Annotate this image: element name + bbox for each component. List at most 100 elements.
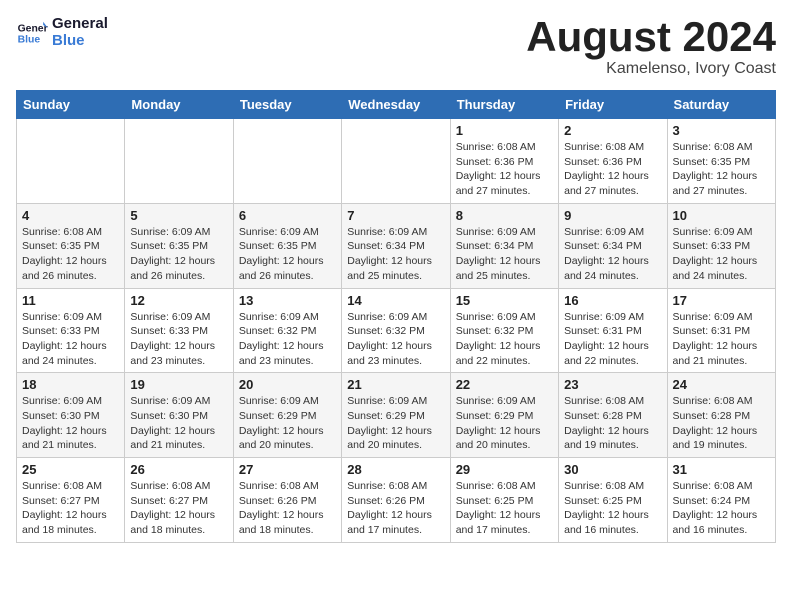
calendar-header-row: SundayMondayTuesdayWednesdayThursdayFrid… — [17, 91, 776, 119]
calendar-cell: 29Sunrise: 6:08 AM Sunset: 6:25 PM Dayli… — [450, 458, 558, 543]
day-number: 12 — [130, 293, 227, 308]
day-number: 14 — [347, 293, 444, 308]
calendar-cell: 14 Sunrise: 6:09 AM Sunset: 6:32 PM Dayli… — [342, 288, 450, 373]
calendar-week-2: 4 Sunrise: 6:08 AM Sunset: 6:35 PM Daylig… — [17, 203, 776, 288]
day-info: Sunrise: 6:08 AM Sunset: 6:35 PM Dayligh… — [22, 225, 119, 284]
logo-line2: Blue — [52, 33, 108, 50]
day-info: Sunrise: 6:08 AM Sunset: 6:26 PM Dayligh… — [347, 479, 444, 538]
day-number: 22 — [456, 377, 553, 392]
weekday-header-saturday: Saturday — [667, 91, 775, 119]
calendar-cell: 27 Sunrise: 6:08 AM Sunset: 6:26 PM Dayli… — [233, 458, 341, 543]
calendar-week-3: 11Sunrise: 6:09 AM Sunset: 6:33 PM Dayli… — [17, 288, 776, 373]
calendar-cell: 6 Sunrise: 6:09 AM Sunset: 6:35 PM Daylig… — [233, 203, 341, 288]
day-info: Sunrise: 6:08 AM Sunset: 6:26 PM Dayligh… — [239, 479, 336, 538]
day-info: Sunrise: 6:09 AM Sunset: 6:30 PM Dayligh… — [130, 394, 227, 453]
day-number: 2 — [564, 123, 661, 138]
calendar-cell — [342, 119, 450, 204]
day-number: 26 — [130, 462, 227, 477]
day-info: Sunrise: 6:09 AM Sunset: 6:32 PM Dayligh… — [456, 310, 553, 369]
weekday-header-sunday: Sunday — [17, 91, 125, 119]
day-info: Sunrise: 6:09 AM Sunset: 6:30 PM Dayligh… — [22, 394, 119, 453]
day-info: Sunrise: 6:09 AM Sunset: 6:34 PM Dayligh… — [564, 225, 661, 284]
day-info: Sunrise: 6:08 AM Sunset: 6:27 PM Dayligh… — [22, 479, 119, 538]
day-number: 23 — [564, 377, 661, 392]
weekday-header-friday: Friday — [559, 91, 667, 119]
day-number: 16 — [564, 293, 661, 308]
day-number: 29 — [456, 462, 553, 477]
day-info: Sunrise: 6:08 AM Sunset: 6:36 PM Dayligh… — [564, 140, 661, 199]
day-number: 19 — [130, 377, 227, 392]
day-number: 9 — [564, 208, 661, 223]
day-number: 1 — [456, 123, 553, 138]
day-info: Sunrise: 6:09 AM Sunset: 6:32 PM Dayligh… — [347, 310, 444, 369]
logo-icon: General Blue — [16, 17, 48, 49]
calendar-cell: 18 Sunrise: 6:09 AM Sunset: 6:30 PM Dayli… — [17, 373, 125, 458]
day-number: 27 — [239, 462, 336, 477]
day-info: Sunrise: 6:08 AM Sunset: 6:25 PM Dayligh… — [564, 479, 661, 538]
calendar-cell: 20 Sunrise: 6:09 AM Sunset: 6:29 PM Dayli… — [233, 373, 341, 458]
title-area: August 2024 Kamelenso, Ivory Coast — [526, 16, 776, 78]
calendar-week-4: 18 Sunrise: 6:09 AM Sunset: 6:30 PM Dayli… — [17, 373, 776, 458]
calendar-cell: 22 Sunrise: 6:09 AM Sunset: 6:29 PM Dayli… — [450, 373, 558, 458]
day-number: 4 — [22, 208, 119, 223]
header: General Blue General Blue August 2024 Ka… — [16, 16, 776, 78]
day-number: 13 — [239, 293, 336, 308]
day-info: Sunrise: 6:08 AM Sunset: 6:36 PM Dayligh… — [456, 140, 553, 199]
calendar-cell: 13 Sunrise: 6:09 AM Sunset: 6:32 PM Dayli… — [233, 288, 341, 373]
day-info: Sunrise: 6:09 AM Sunset: 6:34 PM Dayligh… — [347, 225, 444, 284]
calendar-cell: 28 Sunrise: 6:08 AM Sunset: 6:26 PM Dayli… — [342, 458, 450, 543]
day-info: Sunrise: 6:09 AM Sunset: 6:32 PM Dayligh… — [239, 310, 336, 369]
calendar-cell: 24Sunrise: 6:08 AM Sunset: 6:28 PM Dayli… — [667, 373, 775, 458]
day-number: 30 — [564, 462, 661, 477]
day-number: 5 — [130, 208, 227, 223]
day-info: Sunrise: 6:09 AM Sunset: 6:33 PM Dayligh… — [130, 310, 227, 369]
logo: General Blue General Blue — [16, 16, 108, 49]
calendar-cell: 8Sunrise: 6:09 AM Sunset: 6:34 PM Daylig… — [450, 203, 558, 288]
day-number: 25 — [22, 462, 119, 477]
day-info: Sunrise: 6:09 AM Sunset: 6:31 PM Dayligh… — [564, 310, 661, 369]
calendar-cell — [17, 119, 125, 204]
calendar-cell: 2 Sunrise: 6:08 AM Sunset: 6:36 PM Daylig… — [559, 119, 667, 204]
calendar-cell: 7Sunrise: 6:09 AM Sunset: 6:34 PM Daylig… — [342, 203, 450, 288]
calendar-cell: 3Sunrise: 6:08 AM Sunset: 6:35 PM Daylig… — [667, 119, 775, 204]
weekday-header-monday: Monday — [125, 91, 233, 119]
weekday-header-tuesday: Tuesday — [233, 91, 341, 119]
calendar-cell: 12 Sunrise: 6:09 AM Sunset: 6:33 PM Dayli… — [125, 288, 233, 373]
calendar-cell: 30 Sunrise: 6:08 AM Sunset: 6:25 PM Dayli… — [559, 458, 667, 543]
calendar-cell: 25 Sunrise: 6:08 AM Sunset: 6:27 PM Dayli… — [17, 458, 125, 543]
day-number: 21 — [347, 377, 444, 392]
calendar-cell: 9 Sunrise: 6:09 AM Sunset: 6:34 PM Daylig… — [559, 203, 667, 288]
day-info: Sunrise: 6:09 AM Sunset: 6:29 PM Dayligh… — [239, 394, 336, 453]
day-info: Sunrise: 6:09 AM Sunset: 6:31 PM Dayligh… — [673, 310, 770, 369]
calendar-cell: 23Sunrise: 6:08 AM Sunset: 6:28 PM Dayli… — [559, 373, 667, 458]
calendar-body: 1 Sunrise: 6:08 AM Sunset: 6:36 PM Daylig… — [17, 119, 776, 543]
day-info: Sunrise: 6:08 AM Sunset: 6:28 PM Dayligh… — [673, 394, 770, 453]
day-number: 6 — [239, 208, 336, 223]
day-number: 18 — [22, 377, 119, 392]
calendar-week-1: 1 Sunrise: 6:08 AM Sunset: 6:36 PM Daylig… — [17, 119, 776, 204]
day-number: 15 — [456, 293, 553, 308]
day-info: Sunrise: 6:09 AM Sunset: 6:29 PM Dayligh… — [456, 394, 553, 453]
calendar-cell — [233, 119, 341, 204]
day-number: 31 — [673, 462, 770, 477]
calendar-cell: 1 Sunrise: 6:08 AM Sunset: 6:36 PM Daylig… — [450, 119, 558, 204]
calendar-week-5: 25 Sunrise: 6:08 AM Sunset: 6:27 PM Dayli… — [17, 458, 776, 543]
calendar-subtitle: Kamelenso, Ivory Coast — [526, 60, 776, 78]
calendar-cell: 21Sunrise: 6:09 AM Sunset: 6:29 PM Dayli… — [342, 373, 450, 458]
day-info: Sunrise: 6:09 AM Sunset: 6:35 PM Dayligh… — [239, 225, 336, 284]
day-info: Sunrise: 6:08 AM Sunset: 6:35 PM Dayligh… — [673, 140, 770, 199]
calendar-cell: 17 Sunrise: 6:09 AM Sunset: 6:31 PM Dayli… — [667, 288, 775, 373]
day-number: 10 — [673, 208, 770, 223]
day-number: 28 — [347, 462, 444, 477]
day-number: 20 — [239, 377, 336, 392]
day-info: Sunrise: 6:08 AM Sunset: 6:24 PM Dayligh… — [673, 479, 770, 538]
day-number: 17 — [673, 293, 770, 308]
day-info: Sunrise: 6:09 AM Sunset: 6:35 PM Dayligh… — [130, 225, 227, 284]
calendar-cell: 26 Sunrise: 6:08 AM Sunset: 6:27 PM Dayli… — [125, 458, 233, 543]
calendar-cell: 16 Sunrise: 6:09 AM Sunset: 6:31 PM Dayli… — [559, 288, 667, 373]
logo-line1: General — [52, 16, 108, 33]
day-info: Sunrise: 6:08 AM Sunset: 6:27 PM Dayligh… — [130, 479, 227, 538]
calendar-title: August 2024 — [526, 16, 776, 58]
calendar-table: SundayMondayTuesdayWednesdayThursdayFrid… — [16, 90, 776, 543]
calendar-cell: 5 Sunrise: 6:09 AM Sunset: 6:35 PM Daylig… — [125, 203, 233, 288]
